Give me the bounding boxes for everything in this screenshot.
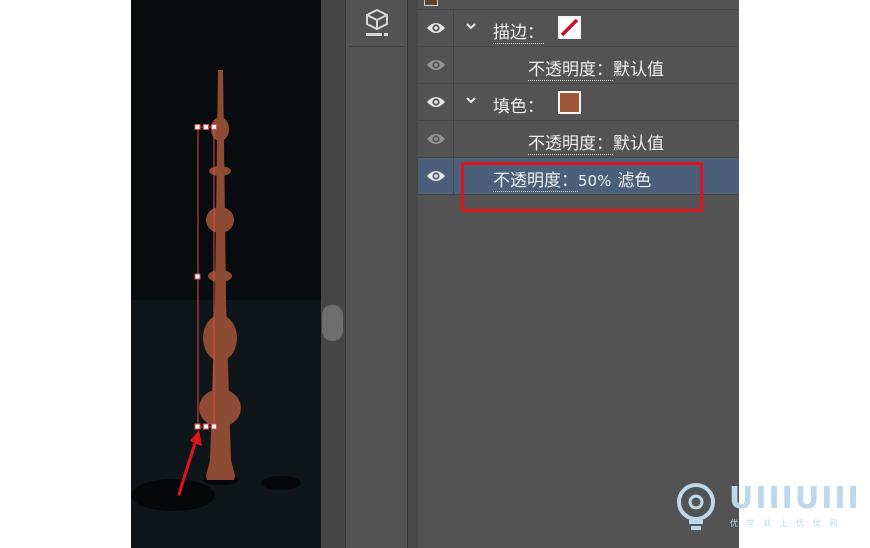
opacity-label[interactable]: 不透明度：默认值 [528,55,664,81]
appearance-row-stroke[interactable]: 描边： [418,10,739,47]
vertical-scrollbar[interactable] [321,0,345,548]
page-margin [739,0,870,548]
3d-panel-button[interactable] [349,0,404,47]
eye-icon [426,97,445,107]
opacity-label[interactable]: 不透明度：默认值 [528,129,664,155]
opacity-value: 默认值 [613,134,664,154]
chevron-down-icon[interactable] [464,19,478,33]
visibility-toggle[interactable] [418,10,454,46]
opacity-value: 默认值 [613,60,664,80]
artboard-canvas[interactable] [131,0,321,548]
fill-label[interactable]: 填色： [493,92,544,117]
fill-color-swatch[interactable] [558,91,581,114]
watermark-logo: UIIIUIII [729,481,861,516]
annotation-highlight-box [461,162,703,212]
watermark-tagline: 优 学 就 上 优 优 网 [730,519,841,528]
eye-icon [426,134,445,144]
panel-divider [408,0,418,548]
object-swatch [424,0,438,6]
panel-top-strip [418,0,739,10]
visibility-toggle[interactable] [418,121,454,157]
appearance-row-stroke-opacity[interactable]: 不透明度：默认值 [418,47,739,84]
wand-shape [199,70,241,480]
appearance-panel: 描边： 不透明度：默认值 填色： 不透明度：默认值 不透明度：50% 滤色 [418,0,739,548]
panel-dock-toolbar [345,0,408,548]
visibility-toggle[interactable] [418,47,454,83]
chevron-down-icon[interactable] [464,93,478,107]
stroke-label[interactable]: 描边： [493,18,544,44]
3d-cube-icon [365,8,388,36]
wand-artwork[interactable] [131,0,321,548]
appearance-row-fill-opacity[interactable]: 不透明度：默认值 [418,121,739,158]
eye-icon [426,171,445,181]
none-slash-icon [560,18,579,37]
stroke-color-swatch[interactable] [558,16,581,39]
eye-icon [426,60,445,70]
visibility-toggle[interactable] [418,84,454,120]
eye-icon [426,23,445,33]
visibility-toggle[interactable] [418,158,454,194]
scrollbar-thumb[interactable] [322,305,343,341]
